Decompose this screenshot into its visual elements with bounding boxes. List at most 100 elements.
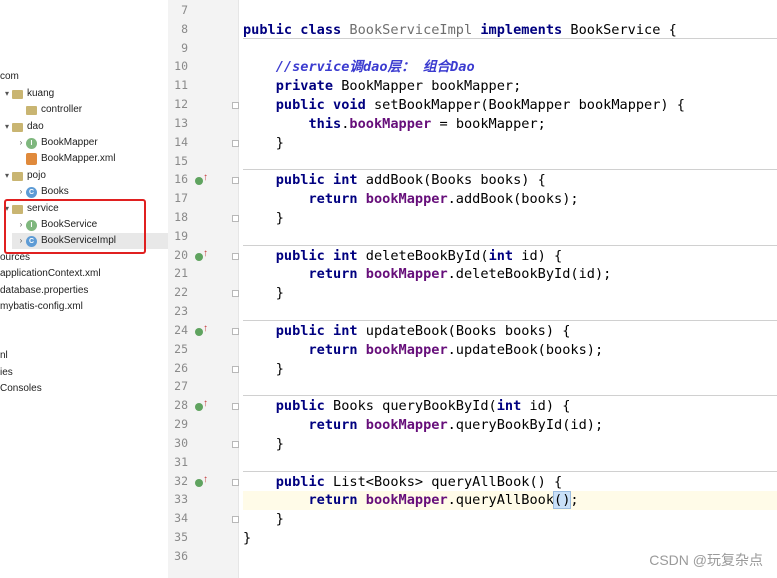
code-line[interactable]: public int deleteBookById(int id) { bbox=[243, 247, 562, 266]
folder-icon bbox=[12, 122, 23, 132]
code-line[interactable]: //service调dao层： 组合Dao bbox=[243, 58, 475, 77]
collapse-arrow-icon[interactable]: › bbox=[16, 184, 26, 200]
implements-method-icon[interactable] bbox=[195, 398, 208, 412]
code-line[interactable]: public List<Books> queryAllBook() { bbox=[243, 473, 562, 492]
line-number: 23 bbox=[174, 304, 188, 319]
implements-method-icon[interactable] bbox=[195, 474, 208, 487]
line-number: 31 bbox=[174, 454, 188, 469]
fold-toggle-icon[interactable] bbox=[232, 440, 239, 448]
tree-item-bookmapper-xml[interactable]: BookMapper.xml bbox=[12, 151, 168, 167]
editor-gutter: 7 8 9 10 11 12 13 14 15 16 17 18 19 20 21 22 23 24 25 26 27 2… bbox=[168, 0, 264, 578]
code-line[interactable]: } bbox=[243, 360, 284, 379]
fold-toggle-icon[interactable] bbox=[232, 403, 239, 411]
line-number: 25 bbox=[174, 341, 188, 356]
code-line[interactable]: return bookMapper.queryAllBook(); bbox=[243, 491, 579, 510]
tree-item-dao[interactable]: ▾ dao bbox=[0, 119, 168, 135]
code-line[interactable]: } bbox=[243, 209, 284, 228]
implements-method-icon[interactable] bbox=[195, 172, 208, 186]
tree-item-label: dao bbox=[27, 121, 44, 132]
expand-arrow-icon[interactable]: ▾ bbox=[2, 119, 12, 135]
line-number: 33 bbox=[174, 492, 188, 507]
line-number: 26 bbox=[174, 360, 188, 375]
code-line[interactable]: } bbox=[243, 510, 284, 529]
code-line[interactable]: private BookMapper bookMapper; bbox=[243, 77, 522, 96]
expand-arrow-icon[interactable]: ▾ bbox=[2, 86, 12, 102]
tree-item-com[interactable]: com bbox=[0, 69, 168, 85]
tree-item-mybatis-config-xml[interactable]: mybatis-config.xml bbox=[0, 299, 168, 315]
method-separator bbox=[243, 470, 777, 472]
line-number: 8 bbox=[181, 21, 188, 36]
tree-item-label: database.properties bbox=[0, 285, 89, 296]
watermark: CSDN @玩复杂点 bbox=[649, 552, 763, 568]
fold-toggle-icon[interactable] bbox=[232, 139, 239, 147]
tree-item-pojo[interactable]: ▾ pojo bbox=[0, 168, 168, 184]
method-separator bbox=[243, 395, 777, 397]
tree-item-label: pojo bbox=[27, 170, 46, 181]
code-line[interactable]: return bookMapper.queryBookById(id); bbox=[243, 416, 603, 435]
line-number: 30 bbox=[174, 435, 188, 450]
fold-toggle-icon[interactable] bbox=[232, 365, 239, 373]
method-separator bbox=[243, 37, 777, 39]
fold-toggle-icon[interactable] bbox=[232, 177, 239, 185]
fold-toggle-icon[interactable] bbox=[232, 252, 239, 260]
line-number: 32 bbox=[174, 473, 188, 488]
line-number: 18 bbox=[174, 210, 188, 225]
xml-icon bbox=[26, 153, 37, 165]
class-icon: C bbox=[26, 186, 37, 198]
code-line[interactable]: public Books queryBookById(int id) { bbox=[243, 397, 571, 416]
highlight-annotation-box bbox=[4, 199, 146, 254]
expand-arrow-icon[interactable]: ▾ bbox=[2, 168, 12, 184]
collapse-arrow-icon[interactable]: › bbox=[16, 135, 26, 151]
code-line[interactable]: public int addBook(Books books) { bbox=[243, 171, 546, 190]
tree-item-kuang[interactable]: ▾ kuang bbox=[0, 86, 168, 102]
tree-item-label: BookMapper bbox=[41, 137, 98, 148]
tree-item-label: BookMapper.xml bbox=[41, 153, 116, 164]
implements-method-icon[interactable] bbox=[195, 248, 208, 261]
line-number: 19 bbox=[174, 228, 188, 243]
tree-item-label: mybatis-config.xml bbox=[0, 301, 83, 312]
line-number: 21 bbox=[174, 266, 188, 281]
code-line[interactable]: } bbox=[243, 435, 284, 454]
line-number: 9 bbox=[181, 40, 188, 55]
tree-item-ies[interactable]: ies bbox=[0, 365, 168, 381]
tree-item-blank[interactable] bbox=[0, 316, 168, 332]
tree-item-bookmapper[interactable]: › I BookMapper bbox=[12, 135, 168, 151]
code-line[interactable]: } bbox=[243, 134, 284, 153]
tree-item-label: Books bbox=[41, 186, 69, 197]
line-number: 27 bbox=[174, 379, 188, 394]
tree-item-label: com bbox=[0, 71, 19, 82]
folder-icon bbox=[12, 171, 23, 181]
code-line[interactable]: public int updateBook(Books books) { bbox=[243, 322, 571, 341]
tree-item-nl[interactable]: nl bbox=[0, 348, 168, 364]
tree-item-applicationcontext-xml[interactable]: applicationContext.xml bbox=[0, 266, 168, 282]
interface-icon: I bbox=[26, 137, 37, 149]
tree-item-database-properties[interactable]: database.properties bbox=[0, 283, 168, 299]
tree-item-consoles[interactable]: Consoles bbox=[0, 381, 168, 397]
line-number: 7 bbox=[181, 3, 188, 17]
code-line[interactable]: public void setBookMapper(BookMapper boo… bbox=[243, 96, 685, 115]
code-line[interactable]: } bbox=[243, 284, 284, 303]
code-line[interactable]: } bbox=[243, 529, 251, 548]
tree-item-books[interactable]: › C Books bbox=[12, 184, 168, 200]
fold-toggle-icon[interactable] bbox=[232, 215, 239, 223]
code-editor[interactable]: public class BookServiceImpl implements … bbox=[243, 0, 777, 578]
method-separator bbox=[243, 169, 777, 171]
fold-toggle-icon[interactable] bbox=[232, 327, 239, 335]
tree-item-label: controller bbox=[41, 104, 83, 115]
line-number: 29 bbox=[174, 417, 188, 432]
method-separator bbox=[243, 244, 777, 246]
code-line[interactable]: return bookMapper.addBook(books); bbox=[243, 190, 578, 209]
tree-item-controller[interactable]: controller bbox=[12, 102, 168, 118]
fold-toggle-icon[interactable] bbox=[232, 290, 239, 298]
fold-toggle-icon[interactable] bbox=[232, 478, 239, 486]
code-line[interactable]: this.bookMapper = bookMapper; bbox=[243, 115, 545, 134]
line-number: 17 bbox=[174, 191, 188, 206]
line-number: 20 bbox=[174, 247, 188, 262]
implements-method-icon[interactable] bbox=[195, 323, 208, 336]
tree-item-label: kuang bbox=[27, 88, 55, 99]
fold-toggle-icon[interactable] bbox=[232, 516, 239, 524]
line-number: 16 bbox=[174, 172, 188, 187]
fold-toggle-icon[interactable] bbox=[232, 102, 239, 110]
code-line[interactable]: return bookMapper.updateBook(books); bbox=[243, 341, 603, 360]
code-line[interactable]: return bookMapper.deleteBookById(id); bbox=[243, 265, 611, 284]
